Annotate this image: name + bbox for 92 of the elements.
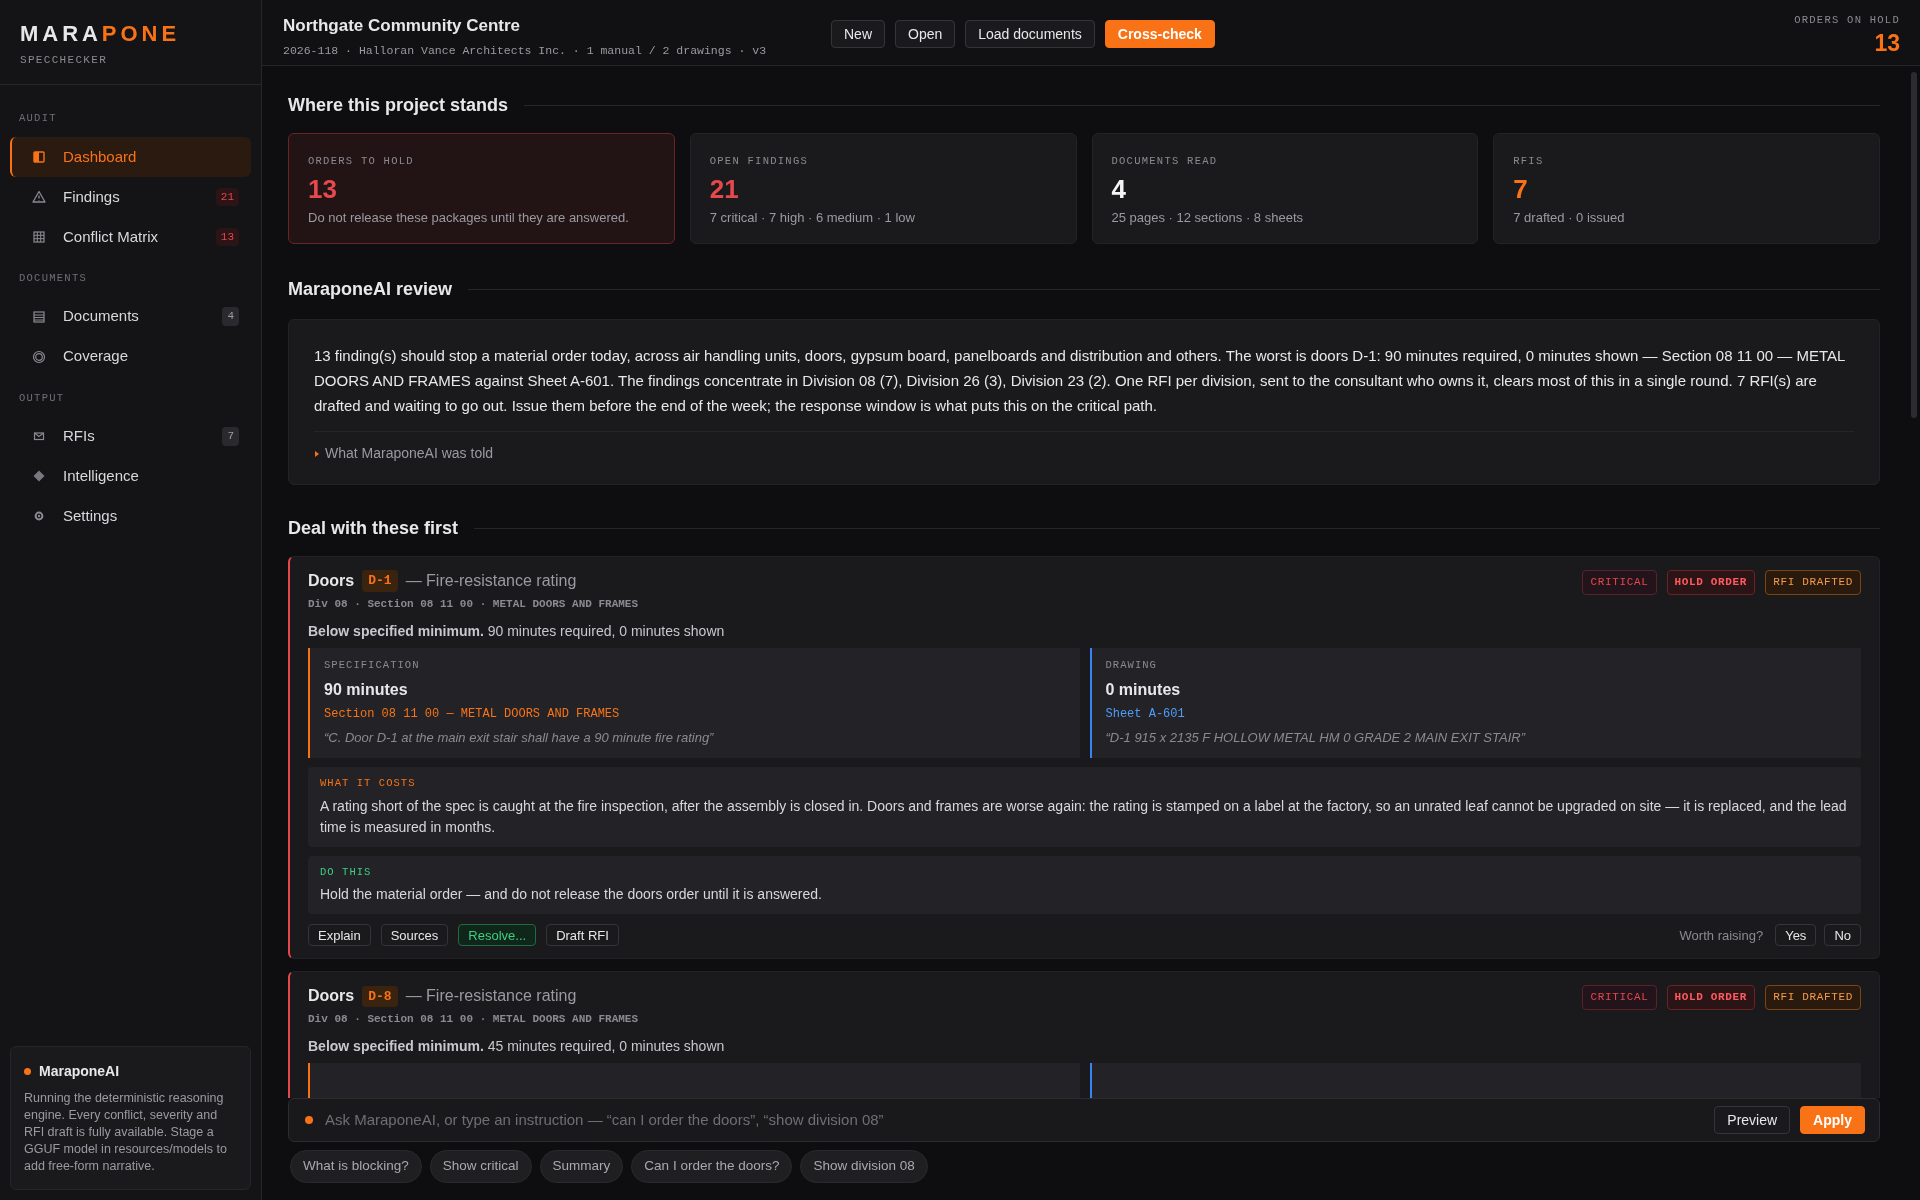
panel-value: 90 minutes <box>324 680 409 701</box>
section-heading: MaraponeAI review <box>288 278 453 301</box>
review-text: 13 finding(s) should stop a material order today, across air handling units, doors, gypsum board, panelboards and distribution and others. The worst is doors D-1: 90 minutes required, 0 minutes shown — Section 08 11 00 — METAL DOORS AND FRAMES against Sheet A-601. The findings concentrate in Division 08 (7), Division 26 (3), Division 23 (2). One RFI per division, sent to the consultant who owns it, clears most of this in a single round. 7 RFI(s) are drafted and waiting to go out. Issue them before the end of the week; the response window is what puts this on the critical path. <box>314 346 1846 416</box>
project-title: Northgate Community Centre <box>283 15 522 37</box>
stat-value: 21 <box>709 172 740 206</box>
count-badge: 7 <box>222 427 239 446</box>
stat-label: OPEN FINDINGS <box>709 154 810 169</box>
action-button[interactable]: Resolve... <box>458 924 537 947</box>
feedback-button[interactable]: No <box>1824 924 1861 947</box>
caret-icon <box>314 450 320 457</box>
stat-detail: 7 drafted · 0 issued <box>1513 208 1626 227</box>
stat-value: 13 <box>308 172 338 206</box>
header-button[interactable]: Open <box>895 20 956 48</box>
section-heading: Where this project stands <box>288 94 509 117</box>
suggestion-chip[interactable]: Show critical <box>429 1150 532 1183</box>
project-meta: 2026-118 · Halloran Vance Architects Inc. · 1 manual / 2 drawings · v3 <box>283 42 768 59</box>
scrollbar[interactable] <box>1911 72 1917 418</box>
sidebar-item[interactable]: Settings <box>10 496 251 537</box>
sidebar-item[interactable]: Findings 21 <box>10 176 251 217</box>
disclosure-toggle[interactable]: What MaraponeAI was told <box>314 443 1854 464</box>
command-field[interactable]: Ask MaraponeAI, or type an instruction — “can I order the doors”, “show division 08” Preview Apply <box>288 1098 1880 1142</box>
sidebar-item[interactable]: Dashboard <box>10 136 251 177</box>
status-badge: RFI DRAFTED <box>1765 570 1861 595</box>
stat-label: RFIS <box>1513 154 1545 169</box>
finding-summary: Below specified minimum. 45 minutes required, 0 minutes shown <box>308 1036 726 1056</box>
finding-summary: Below specified minimum. 90 minutes required, 0 minutes shown <box>308 621 726 641</box>
section-heading: Deal with these first <box>288 517 459 540</box>
finding-category: Doors <box>308 986 355 1007</box>
header-button[interactable]: Load documents <box>965 20 1095 48</box>
assistant-title: MaraponeAI <box>39 1062 120 1081</box>
suggestion-chip[interactable]: What is blocking? <box>290 1150 422 1183</box>
panel-label: DO THIS <box>320 864 373 880</box>
panel-text: Hold the material order — and do not release the doors order until it is answered. <box>320 885 823 905</box>
section-label: AUDIT <box>18 111 58 126</box>
header-button[interactable]: New <box>831 20 885 48</box>
item-tag: D-1 <box>362 570 398 592</box>
action-button[interactable]: Explain <box>308 924 371 947</box>
sidebar-item[interactable]: Intelligence <box>10 456 251 497</box>
orders-on-hold-label: ORDERS ON HOLD <box>1794 13 1900 28</box>
status-badge: HOLD ORDER <box>1666 985 1756 1010</box>
finding-meta: Div 08 · Section 08 11 00 · METAL DOORS AND FRAMES <box>308 597 640 612</box>
list-icon <box>31 308 47 325</box>
action-button[interactable]: Draft RFI <box>546 924 619 947</box>
stat-value: 7 <box>1513 172 1529 206</box>
suggestion-chip[interactable]: Show division 08 <box>800 1150 928 1183</box>
finding-title: — Fire-resistance rating <box>405 571 577 591</box>
panel-label: WHAT IT COSTS <box>320 775 417 791</box>
sidebar-item[interactable]: Documents 4 <box>10 296 251 337</box>
stat-detail: Do not release these packages until they are answered. <box>308 208 630 227</box>
section-label: OUTPUT <box>18 390 66 406</box>
section-label: DOCUMENTS <box>18 270 89 286</box>
status-badge: HOLD ORDER <box>1666 570 1756 595</box>
panel-value: 0 minutes <box>1105 680 1182 701</box>
sidebar-item[interactable]: Conflict Matrix 13 <box>10 216 251 257</box>
assistant-text: Running the deterministic reasoning engine. Every conflict, severity and RFI draft is fully available. Stage a GGUF model in resources/models to add free-form narrative. <box>24 1090 228 1175</box>
finding-title: — Fire-resistance rating <box>405 986 577 1007</box>
stat-detail: 25 pages · 12 sections · 8 sheets <box>1111 208 1304 227</box>
panel-text: A rating short of the spec is caught at the fire inspection, after the assembly is closed in. Doors and frames are worse again: the rating is stamped on a label at the factory, so an unrated leaf cannot be upgraded on site — it is replaced, and the lead time is measured in months. <box>320 796 1848 837</box>
stat-detail: 7 critical · 7 high · 6 medium · 1 low <box>709 208 916 227</box>
stat-label: DOCUMENTS READ <box>1111 154 1219 169</box>
status-badge: CRITICAL <box>1582 570 1657 595</box>
target-icon <box>31 348 47 365</box>
square-half-icon <box>31 148 47 165</box>
stat-value: 4 <box>1111 172 1127 206</box>
status-badge: RFI DRAFTED <box>1765 985 1861 1010</box>
panel-label: SPECIFICATION <box>324 657 421 673</box>
suggestion-chip[interactable]: Summary <box>539 1150 624 1183</box>
source-reference: Sheet A-601 <box>1105 706 1186 724</box>
suggestion-chip[interactable]: Can I order the doors? <box>631 1150 793 1183</box>
status-badge: CRITICAL <box>1582 985 1657 1010</box>
sidebar-item[interactable]: RFIs 7 <box>10 416 251 457</box>
feedback-button[interactable]: Yes <box>1775 924 1817 947</box>
item-tag: D-8 <box>362 985 398 1007</box>
source-reference: Section 08 11 00 — METAL DOORS AND FRAMES <box>324 706 621 724</box>
panel-label: DRAWING <box>1105 657 1158 673</box>
warning-icon <box>31 188 47 205</box>
stat-label: ORDERS TO HOLD <box>308 154 415 169</box>
source-quote: “C. Door D-1 at the main exit stair shall have a 90 minute fire rating” <box>324 729 715 748</box>
orders-on-hold-count: 13 <box>1873 28 1900 58</box>
action-button[interactable]: Sources <box>380 924 449 947</box>
command-button[interactable]: Preview <box>1714 1106 1791 1134</box>
count-badge: 4 <box>222 307 239 326</box>
source-quote: “D-1 915 x 2135 F HOLLOW METAL HM 0 GRADE 2 MAIN EXIT STAIR” <box>1105 729 1527 748</box>
logo: MARA PONE <box>20 20 182 48</box>
grid-icon <box>31 228 47 245</box>
app-subtitle: SPECCHECKER <box>20 52 109 68</box>
finding-category: Doors <box>308 571 355 591</box>
feedback-prompt: Worth raising? <box>1679 926 1764 945</box>
count-badge: 21 <box>215 187 239 206</box>
finding-meta: Div 08 · Section 08 11 00 · METAL DOORS AND FRAMES <box>308 1012 640 1028</box>
sidebar-item[interactable]: Coverage <box>10 336 251 377</box>
count-badge: 13 <box>215 227 239 246</box>
